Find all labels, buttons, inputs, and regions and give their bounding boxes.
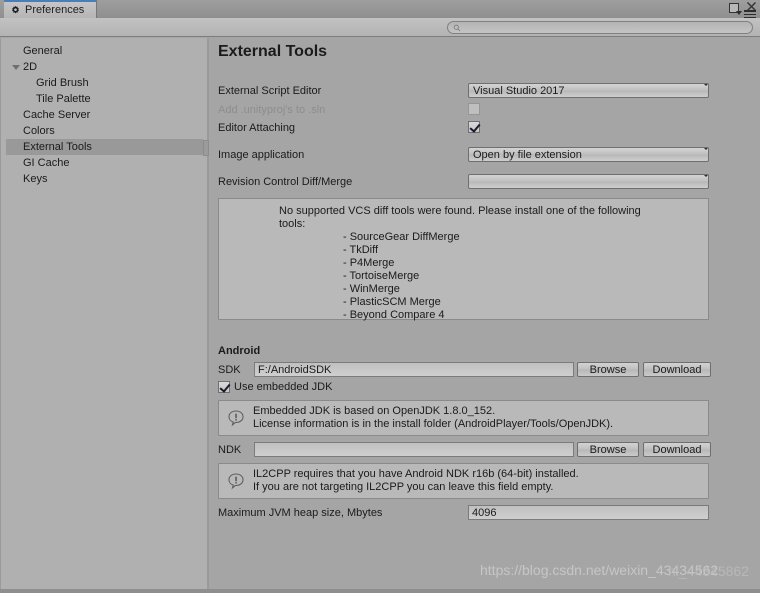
chevron-down-icon	[736, 11, 742, 15]
android-sdk-label: SDK	[218, 364, 241, 376]
search-icon	[453, 24, 461, 31]
il2cpp-helpbox: IL2CPP requires that you have Android ND…	[218, 463, 709, 499]
jvm-heap-value: 4096	[472, 506, 497, 519]
toolbar	[0, 18, 760, 37]
android-sdk-browse-button[interactable]: Browse	[577, 362, 639, 377]
add-unityproj-label: Add .unityproj's to .sln	[218, 104, 326, 116]
android-ndk-label: NDK	[218, 444, 242, 456]
tab-preferences-label: Preferences	[25, 4, 85, 16]
image-application-dropdown[interactable]: Open by file extension	[468, 147, 709, 162]
sidebar-item-cache-server[interactable]: Cache Server	[1, 107, 207, 123]
android-section-header: Android	[218, 345, 261, 357]
vcs-helpbox-line1: No supported VCS diff tools were found. …	[279, 205, 641, 217]
sidebar-item-label: Grid Brush	[36, 77, 89, 89]
revision-control-label: Revision Control Diff/Merge	[218, 176, 353, 188]
row-editor-attaching: Editor Attaching	[218, 120, 758, 136]
gear-icon	[10, 5, 21, 16]
sidebar-item-label: Colors	[23, 125, 55, 137]
sidebar-item-tile-palette[interactable]: Tile Palette	[1, 91, 207, 107]
browse-label: Browse	[589, 443, 627, 456]
watermark-overlay: hi_44345862	[668, 563, 749, 579]
use-embedded-jdk-row[interactable]: Use embedded JDK	[218, 381, 332, 393]
sidebar-item-keys[interactable]: Keys	[1, 171, 207, 187]
sidebar-item-label: 2D	[23, 61, 38, 73]
checkbox-checked-icon[interactable]	[218, 381, 230, 393]
sidebar-item-general[interactable]: General	[1, 43, 207, 59]
revision-control-dropdown[interactable]	[468, 174, 709, 189]
sidebar-item-label: Tile Palette	[36, 93, 91, 105]
sidebar-item-gi-cache[interactable]: GI Cache	[1, 155, 207, 171]
updown-arrows-icon	[697, 175, 708, 188]
updown-arrows-icon	[697, 148, 708, 161]
vcs-helpbox-line2: tools:	[279, 218, 306, 230]
vcs-tool-item: - WinMerge	[343, 283, 400, 295]
sidebar-item-label: External Tools	[23, 141, 92, 153]
android-ndk-browse-button[interactable]: Browse	[577, 442, 639, 457]
image-application-value: Open by file extension	[473, 148, 582, 161]
android-ndk-input[interactable]	[254, 442, 574, 457]
il2cpp-helpbox-line2: If you are not targeting IL2CPP you can …	[253, 481, 554, 493]
window-tabbar: Preferences	[0, 0, 760, 19]
vcs-helpbox: No supported VCS diff tools were found. …	[218, 198, 709, 321]
editor-attaching-label: Editor Attaching	[218, 122, 296, 134]
info-icon	[228, 410, 244, 427]
window-bottom-edge	[0, 589, 760, 593]
sidebar-item-label: General	[23, 45, 63, 57]
add-unityproj-checkbox[interactable]	[468, 103, 480, 115]
vcs-tool-item: - TkDiff	[343, 244, 379, 256]
jdk-helpbox: Embedded JDK is based on OpenJDK 1.8.0_1…	[218, 400, 709, 436]
page-title: External Tools	[218, 43, 328, 60]
sidebar-item-label: Cache Server	[23, 109, 91, 121]
settings-category-list: General 2D Grid Brush Tile Palette Cache…	[0, 38, 207, 593]
external-script-editor-label: External Script Editor	[218, 85, 322, 97]
watermark-text: https://blog.csdn.net/weixin_43434562 hi…	[480, 562, 749, 579]
vcs-tool-item: - P4Merge	[343, 257, 395, 269]
image-application-label: Image application	[218, 149, 305, 161]
download-label: Download	[652, 363, 702, 376]
sidebar-item-label: Keys	[23, 173, 48, 185]
triangle-down-icon[interactable]	[12, 65, 20, 70]
sidebar-item-external-tools[interactable]: External Tools	[6, 139, 203, 155]
vcs-tool-item: - PlasticSCM Merge	[343, 296, 441, 308]
updown-arrows-icon	[697, 84, 708, 97]
android-sdk-download-button[interactable]: Download	[643, 362, 711, 377]
vcs-tool-item: - Beyond Compare 4	[343, 309, 445, 321]
sidebar-item-2d[interactable]: 2D	[1, 59, 207, 75]
sidebar-item-grid-brush[interactable]: Grid Brush	[1, 75, 207, 91]
info-icon	[228, 473, 244, 490]
jvm-heap-label: Maximum JVM heap size, Mbytes	[218, 507, 383, 519]
external-script-editor-value: Visual Studio 2017	[473, 84, 565, 97]
jvm-heap-input[interactable]: 4096	[468, 505, 709, 520]
external-tools-panel: External Tools External Script Editor Vi…	[209, 38, 760, 593]
vcs-tool-item: - TortoiseMerge	[343, 270, 420, 282]
external-script-editor-dropdown[interactable]: Visual Studio 2017	[468, 83, 709, 98]
download-label: Download	[652, 443, 702, 456]
row-add-unityproj: Add .unityproj's to .sln	[218, 102, 758, 118]
android-sdk-value: F:/AndroidSDK	[258, 363, 332, 376]
preferences-window: Preferences General 2D Grid Brush Tile P…	[0, 0, 760, 593]
vcs-tool-item: - SourceGear DiffMerge	[343, 231, 460, 243]
search-input[interactable]	[461, 22, 744, 33]
browse-label: Browse	[589, 363, 627, 376]
android-ndk-download-button[interactable]: Download	[643, 442, 711, 457]
checkbox-unchecked-icon	[468, 103, 480, 115]
sidebar-item-label: GI Cache	[23, 157, 70, 169]
checkbox-checked-icon	[468, 121, 480, 133]
use-embedded-jdk-label: Use embedded JDK	[234, 381, 333, 393]
sidebar-item-colors[interactable]: Colors	[1, 123, 207, 139]
jdk-helpbox-line1: Embedded JDK is based on OpenJDK 1.8.0_1…	[253, 405, 496, 417]
android-sdk-input[interactable]: F:/AndroidSDK	[254, 362, 574, 377]
jdk-helpbox-line2: License information is in the install fo…	[253, 418, 614, 430]
tab-preferences[interactable]: Preferences	[4, 0, 98, 18]
il2cpp-helpbox-line1: IL2CPP requires that you have Android ND…	[253, 468, 579, 480]
search-field[interactable]	[447, 21, 753, 34]
editor-attaching-checkbox[interactable]	[468, 121, 480, 133]
